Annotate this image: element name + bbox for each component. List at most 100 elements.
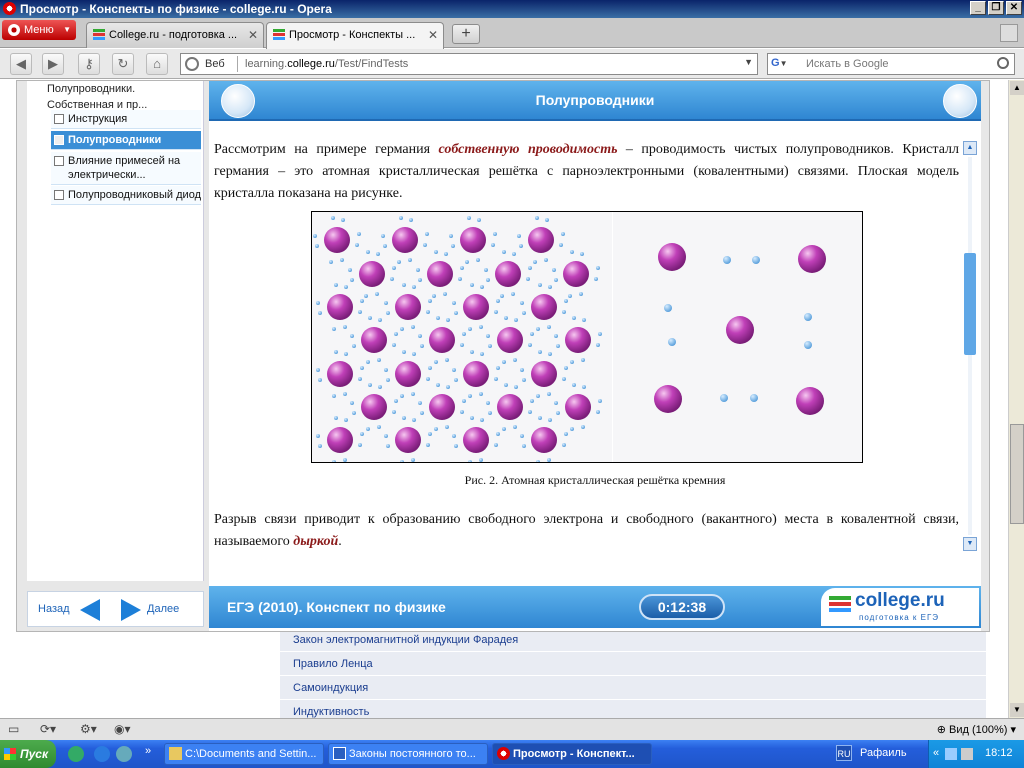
scroll-thumb[interactable] xyxy=(964,253,976,355)
media-player-icon[interactable] xyxy=(68,746,84,762)
sidebar-item-impurities[interactable]: Влияние примесей на электрически... xyxy=(51,152,201,185)
chevron-down-icon[interactable]: ▼ xyxy=(744,57,753,67)
close-tab-icon[interactable]: ✕ xyxy=(428,23,438,47)
electron xyxy=(445,358,449,362)
grid-icon[interactable] xyxy=(943,84,977,118)
electron xyxy=(514,385,518,389)
scroll-down-icon[interactable]: ▼ xyxy=(1010,703,1024,717)
opera-menu-button[interactable]: Меню ▼ xyxy=(2,20,76,40)
sidebar-item-semiconductors[interactable]: Полупроводники xyxy=(51,131,201,150)
electron xyxy=(479,458,483,462)
chevron-more-icon[interactable]: » xyxy=(145,745,151,757)
chevron-left-icon[interactable]: « xyxy=(933,747,939,759)
atom xyxy=(658,243,686,271)
navigation-toolbar: ◀ ▶ ⚷ ↻ ⌂ Веб learning.college.ru/Test/F… xyxy=(0,49,1024,79)
taskbar-item-word[interactable]: Законы постоянного то... xyxy=(328,743,488,765)
lesson-paragraph: Разрыв связи приводит к образованию своб… xyxy=(214,512,959,549)
next-link[interactable]: Далее xyxy=(147,603,179,615)
logo-subtitle: подготовка к ЕГЭ xyxy=(859,613,940,622)
trash-icon[interactable] xyxy=(1000,24,1018,42)
minimize-button[interactable]: _ xyxy=(970,1,986,15)
address-bar[interactable]: Веб learning.college.ru/Test/FindTests ▼ xyxy=(180,53,758,75)
electron xyxy=(582,385,586,389)
electron xyxy=(411,325,415,329)
emphasis-term: дыркой xyxy=(293,534,339,549)
panel-toggle-icon[interactable]: ▭ xyxy=(8,722,19,736)
forward-button[interactable]: ▶ xyxy=(42,53,64,75)
turbo-icon[interactable]: ⚙▾ xyxy=(80,722,97,736)
zoom-level[interactable]: ⊕ Вид (100%) ▾ xyxy=(937,723,1016,736)
network-icon[interactable] xyxy=(945,748,957,760)
list-item[interactable]: Самоиндукция xyxy=(280,676,986,700)
electron xyxy=(533,260,537,264)
content-scrollbar[interactable]: ▲ ▼ xyxy=(963,141,979,551)
electron xyxy=(528,343,532,347)
electron xyxy=(350,334,354,338)
college-logo[interactable]: college.ru подготовка к ЕГЭ xyxy=(821,588,979,626)
start-button[interactable]: Пуск xyxy=(0,740,56,768)
address-url[interactable]: learning.college.ru/Test/FindTests xyxy=(245,58,408,70)
key-icon[interactable]: ⚷ xyxy=(78,53,100,75)
arrow-left-icon[interactable] xyxy=(80,599,100,621)
taskbar-item-opera[interactable]: Просмотр - Конспект... xyxy=(492,743,652,765)
electron xyxy=(513,358,517,362)
electron xyxy=(426,377,430,381)
user-name: Рафаиль xyxy=(860,747,907,759)
unite-icon[interactable]: ◉▾ xyxy=(114,722,131,736)
restore-button[interactable]: ❐ xyxy=(988,1,1004,15)
close-tab-icon[interactable]: ✕ xyxy=(248,23,258,47)
internet-explorer-icon[interactable] xyxy=(94,746,110,762)
electron xyxy=(358,310,362,314)
sidebar-item-diode[interactable]: Полупроводниковый диод xyxy=(51,186,201,205)
list-item[interactable]: Правило Ленца xyxy=(280,652,986,676)
scroll-up-icon[interactable]: ▲ xyxy=(963,141,977,155)
home-button[interactable]: ⌂ xyxy=(146,53,168,75)
books-icon xyxy=(829,596,851,618)
chevron-down-icon: ▼ xyxy=(63,25,71,34)
volume-icon[interactable] xyxy=(961,748,973,760)
tab-college[interactable]: College.ru - подготовка ... ✕ xyxy=(86,22,264,48)
close-window-button[interactable]: ✕ xyxy=(1006,1,1022,15)
electron xyxy=(500,294,504,298)
sidebar-top-label: Полупроводники. Собственная и пр... xyxy=(47,83,148,111)
back-link[interactable]: Назад xyxy=(38,603,70,615)
electron xyxy=(449,234,453,238)
sync-icon[interactable]: ⟳▾ xyxy=(40,722,56,736)
scroll-up-icon[interactable]: ▲ xyxy=(1010,81,1024,95)
electron xyxy=(519,244,523,248)
scroll-down-icon[interactable]: ▼ xyxy=(963,537,977,551)
tab-view-notes[interactable]: Просмотр - Конспекты ... ✕ xyxy=(266,22,444,49)
electron xyxy=(332,394,336,398)
arrow-right-icon[interactable] xyxy=(121,599,141,621)
electron xyxy=(428,299,432,303)
electron xyxy=(462,332,466,336)
scroll-thumb[interactable] xyxy=(1010,424,1024,524)
electron xyxy=(528,410,532,414)
back-button[interactable]: ◀ xyxy=(10,53,32,75)
search-icon[interactable] xyxy=(997,57,1009,69)
electron xyxy=(494,443,498,447)
google-icon[interactable]: G▼ xyxy=(771,57,795,72)
electron xyxy=(502,250,506,254)
window-title: Просмотр - Конспекты по физике - college… xyxy=(20,2,332,16)
new-tab-button[interactable]: + xyxy=(452,24,480,44)
sidebar-top-item[interactable]: Полупроводники. Собственная и пр... xyxy=(33,81,203,113)
electron xyxy=(579,292,583,296)
electron xyxy=(329,260,333,264)
electron xyxy=(348,268,352,272)
electron xyxy=(352,344,356,348)
taskbar-item-explorer[interactable]: C:\Documents and Settin... xyxy=(164,743,324,765)
page-scrollbar[interactable]: ▲ ▼ xyxy=(1008,80,1024,718)
reload-button[interactable]: ↻ xyxy=(112,53,134,75)
electron xyxy=(384,368,388,372)
sidebar-item-instruction[interactable]: Инструкция xyxy=(51,110,201,129)
atom xyxy=(463,294,489,320)
electron xyxy=(477,218,481,222)
language-indicator[interactable]: RU xyxy=(836,745,852,761)
atom xyxy=(361,327,387,353)
electron xyxy=(804,313,812,321)
electron xyxy=(462,399,466,403)
outlook-icon[interactable] xyxy=(116,746,132,762)
electron xyxy=(556,411,560,415)
search-field[interactable]: G▼ Искать в Google xyxy=(767,53,1015,75)
